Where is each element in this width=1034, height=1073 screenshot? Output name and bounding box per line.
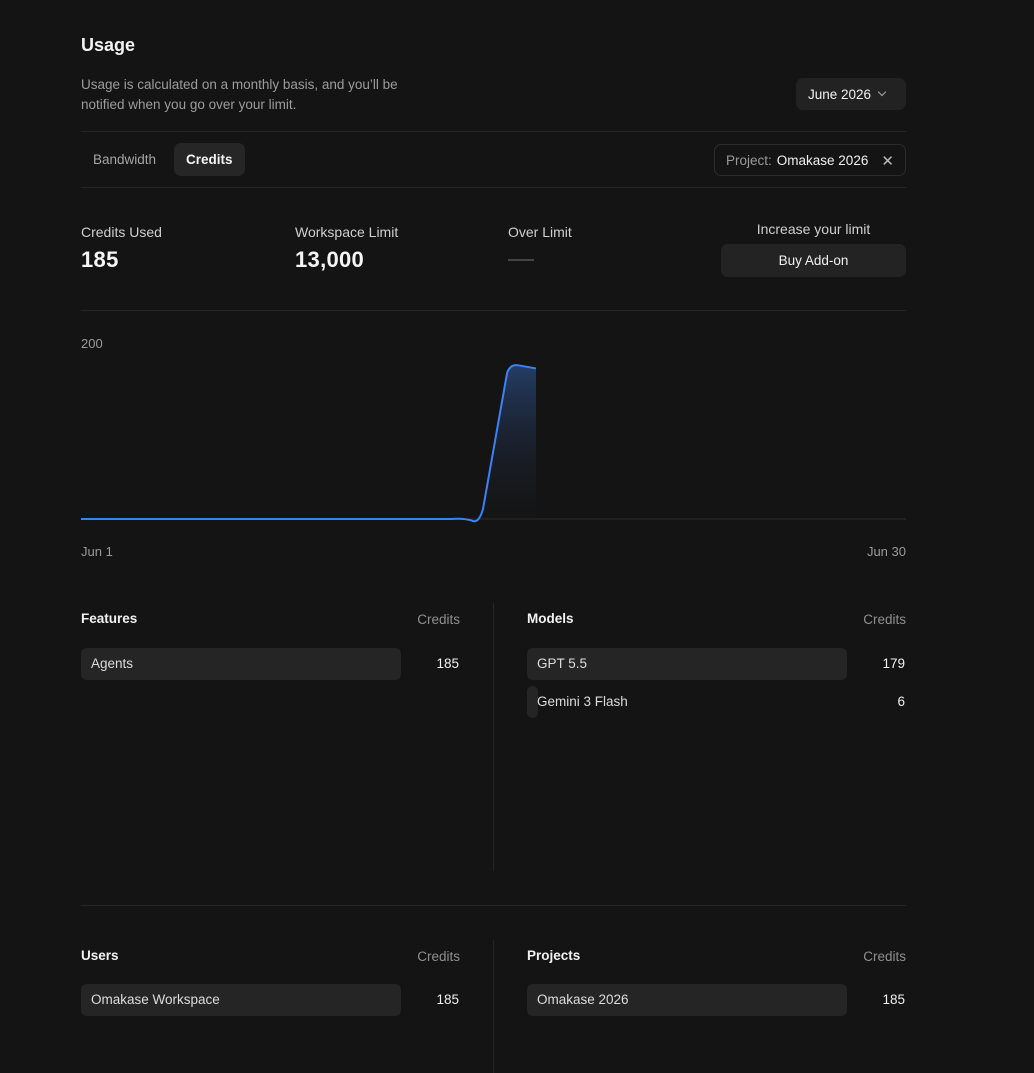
chart-area — [81, 365, 536, 522]
credits-used-label: Credits Used — [81, 224, 162, 240]
usage-chart — [81, 364, 906, 523]
model-name: Gemini 3 Flash — [537, 694, 628, 709]
x-axis-start-label: Jun 1 — [81, 544, 113, 559]
project-filter-chip[interactable]: Project: Omakase 2026 ✕ — [714, 144, 906, 176]
project-filter-value: Omakase 2026 — [776, 152, 869, 168]
list-item[interactable]: Omakase 2026 — [527, 984, 847, 1016]
models-title: Models — [527, 611, 574, 626]
chevron-down-icon — [877, 87, 887, 97]
divider — [81, 187, 906, 188]
list-item[interactable]: Gemini 3 Flash — [527, 686, 847, 718]
over-limit-label: Over Limit — [508, 224, 572, 240]
model-credits: 6 — [897, 694, 905, 709]
users-title: Users — [81, 948, 119, 963]
month-select-label: June 2026 — [808, 86, 872, 102]
project-name: Omakase 2026 — [537, 992, 629, 1007]
user-name: Omakase Workspace — [91, 992, 220, 1007]
tab-credits[interactable]: Credits — [174, 143, 245, 176]
tab-bandwidth[interactable]: Bandwidth — [81, 143, 168, 176]
models-credits-header: Credits — [863, 612, 906, 627]
page-description: Usage is calculated on a monthly basis, … — [81, 77, 398, 112]
close-icon[interactable]: ✕ — [881, 152, 894, 170]
users-credits-header: Credits — [417, 949, 460, 964]
x-axis-end-label: Jun 30 — [866, 544, 906, 559]
feature-name: Agents — [91, 656, 134, 671]
vertical-divider — [493, 940, 494, 1073]
credits-used-value: 185 — [81, 247, 119, 272]
workspace-limit-label: Workspace Limit — [295, 224, 399, 240]
features-credits-header: Credits — [417, 612, 460, 627]
page-title: Usage — [81, 35, 136, 55]
increase-limit-label: Increase your limit — [756, 221, 871, 237]
vertical-divider — [493, 603, 494, 871]
month-select[interactable]: June 2026 — [796, 78, 906, 110]
divider — [81, 310, 906, 311]
divider — [81, 131, 906, 132]
list-item[interactable]: GPT 5.5 — [527, 648, 847, 680]
model-credits: 179 — [882, 656, 905, 671]
buy-addon-button[interactable]: Buy Add-on — [721, 244, 906, 277]
project-filter-label: Project: — [726, 152, 772, 168]
chart-line — [81, 364, 537, 523]
projects-title: Projects — [527, 948, 581, 963]
list-item[interactable]: Agents — [81, 648, 401, 680]
features-title: Features — [81, 611, 138, 626]
projects-credits-header: Credits — [863, 949, 906, 964]
workspace-limit-value: 13,000 — [295, 247, 365, 272]
list-item[interactable]: Omakase Workspace — [81, 984, 401, 1016]
divider — [81, 905, 906, 906]
project-credits: 185 — [882, 992, 905, 1007]
user-credits: 185 — [436, 992, 459, 1007]
model-name: GPT 5.5 — [537, 656, 588, 671]
feature-credits: 185 — [436, 656, 459, 671]
over-limit-empty-value — [508, 259, 534, 261]
